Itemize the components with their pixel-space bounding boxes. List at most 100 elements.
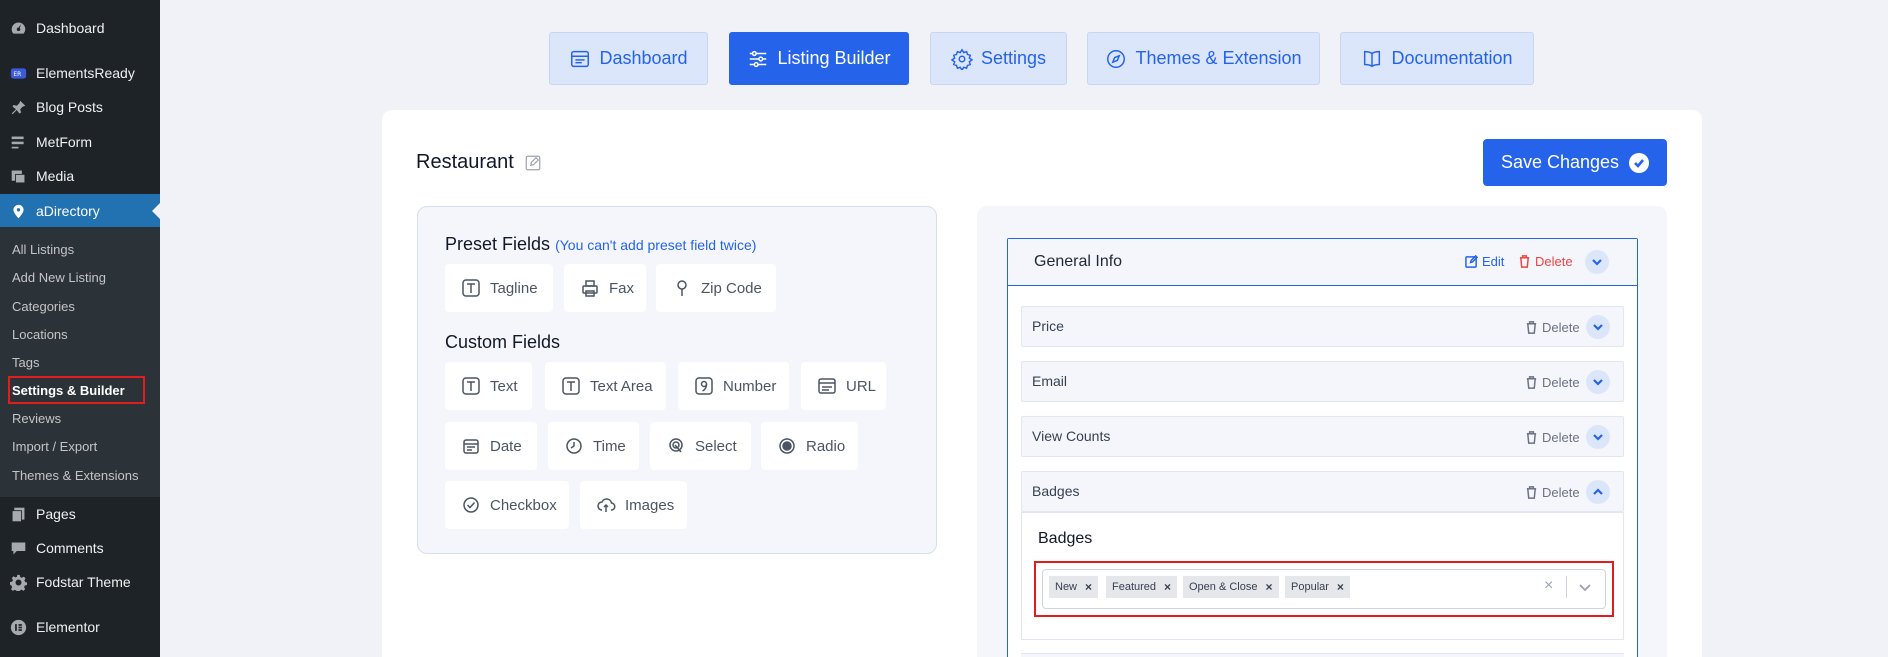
tag-label: Open & Close (1189, 581, 1258, 593)
field-toggle-price[interactable] (1586, 315, 1610, 339)
next-field-row[interactable] (1021, 653, 1624, 657)
map-pin-icon (677, 280, 687, 296)
field-delete-email[interactable]: Delete (1525, 375, 1580, 390)
chip-label: Text Area (590, 377, 653, 395)
sidebar-item-elementor[interactable]: Elementor (0, 610, 160, 644)
submenu-categories[interactable]: Categories (12, 299, 75, 314)
group-collapse-toggle[interactable] (1585, 250, 1609, 274)
browser-icon (818, 378, 836, 394)
field-label-email: Email (1032, 373, 1068, 389)
tab-label: Documentation (1391, 48, 1513, 68)
edit-icon (1465, 255, 1478, 268)
select-dropdown-toggle[interactable] (1578, 580, 1592, 594)
submenu-import-export[interactable]: Import / Export (12, 439, 97, 454)
sidebar-item-comments[interactable]: Comments (0, 531, 160, 565)
field-delete-price[interactable]: Delete (1525, 320, 1580, 335)
pointer-icon (669, 438, 683, 453)
sidebar-item-adirectory[interactable]: aDirectory (0, 194, 160, 228)
chip-url[interactable]: URL (801, 362, 886, 410)
sidebar-item-label: Blog Posts (36, 99, 103, 115)
preset-heading-text: Preset Fields (445, 234, 551, 254)
tab-label: Listing Builder (777, 48, 891, 68)
save-changes-button[interactable]: Save Changes (1483, 139, 1667, 186)
delete-label: Delete (1535, 254, 1573, 269)
sidebar-item-metform[interactable]: MetForm (0, 125, 160, 159)
text-t-icon (462, 377, 480, 395)
chevron-down-icon (1593, 434, 1603, 441)
chip-label: Time (593, 437, 626, 455)
pin-icon (8, 97, 28, 117)
chip-text[interactable]: Text (445, 362, 532, 410)
tab-themes-extension[interactable]: Themes & Extension (1087, 32, 1320, 85)
delete-label: Delete (1542, 320, 1580, 335)
delete-label: Delete (1542, 375, 1580, 390)
location-icon (8, 201, 28, 221)
field-delete-view-counts[interactable]: Delete (1525, 430, 1580, 445)
trash-icon (1519, 255, 1530, 268)
chip-text-area[interactable]: Text Area (545, 362, 666, 410)
tag-label: Popular (1291, 581, 1329, 593)
preset-fields-heading: Preset Fields (You can't add preset fiel… (445, 234, 756, 255)
field-label-view-counts: View Counts (1032, 428, 1111, 444)
remove-tag-icon[interactable]: × (1337, 580, 1344, 594)
tab-settings[interactable]: Settings (930, 32, 1067, 85)
media-icon (8, 166, 28, 186)
tab-listing-builder[interactable]: Listing Builder (729, 32, 909, 85)
remove-tag-icon[interactable]: × (1164, 580, 1171, 594)
tab-documentation[interactable]: Documentation (1340, 32, 1534, 85)
tab-label: Dashboard (599, 48, 688, 68)
sidebar-item-elementsready[interactable]: ER ElementsReady (0, 56, 160, 90)
check-icon (1629, 152, 1650, 173)
submenu-tags[interactable]: Tags (12, 355, 39, 370)
trash-icon (1526, 376, 1537, 389)
chip-radio[interactable]: Radio (761, 422, 858, 470)
chip-label: Radio (806, 437, 846, 455)
delete-label: Delete (1542, 485, 1580, 500)
chip-label: Date (490, 437, 522, 455)
submenu-add-new-listing[interactable]: Add New Listing (12, 270, 106, 285)
submenu-all-listings[interactable]: All Listings (12, 242, 74, 257)
badge-tag-featured: Featured × (1106, 576, 1178, 598)
submenu-locations[interactable]: Locations (12, 327, 68, 342)
group-edit-button[interactable]: Edit (1465, 254, 1504, 269)
sliders-icon (750, 50, 767, 67)
elementsready-icon: ER (8, 63, 28, 83)
sidebar-item-blog-posts[interactable]: Blog Posts (0, 90, 160, 124)
chip-zip-code[interactable]: Zip Code (656, 264, 776, 312)
tab-dashboard[interactable]: Dashboard (549, 32, 708, 85)
elementor-icon (8, 617, 28, 637)
chevron-down-icon (1579, 584, 1591, 592)
chip-checkbox[interactable]: Checkbox (445, 481, 569, 529)
clear-all-icon[interactable]: × (1544, 577, 1553, 595)
text-t-icon (562, 377, 580, 395)
chip-fax[interactable]: Fax (564, 264, 646, 312)
field-toggle-badges[interactable] (1586, 480, 1610, 504)
submenu-reviews[interactable]: Reviews (12, 411, 61, 426)
tab-label: Settings (980, 48, 1047, 68)
chip-tagline[interactable]: Tagline (445, 264, 553, 312)
chip-images[interactable]: Images (580, 481, 687, 529)
sidebar-item-pages[interactable]: Pages (0, 497, 160, 531)
chip-date[interactable]: Date (445, 422, 537, 470)
chip-label: Zip Code (701, 279, 762, 297)
remove-tag-icon[interactable]: × (1265, 580, 1272, 594)
gear-icon (8, 572, 28, 592)
edit-icon[interactable] (524, 154, 542, 172)
chip-time[interactable]: Time (548, 422, 639, 470)
field-toggle-email[interactable] (1586, 370, 1610, 394)
calendar-icon (463, 439, 479, 454)
submenu-themes-extensions[interactable]: Themes & Extensions (12, 468, 138, 483)
sidebar-item-media[interactable]: Media (0, 159, 160, 193)
group-delete-button[interactable]: Delete (1518, 254, 1573, 269)
chip-select[interactable]: Select (650, 422, 751, 470)
remove-tag-icon[interactable]: × (1085, 580, 1092, 594)
field-group-title: General Info (1034, 253, 1123, 270)
field-toggle-view-counts[interactable] (1586, 425, 1610, 449)
sidebar-item-dashboard[interactable]: Dashboard (0, 11, 160, 45)
sidebar-item-fodstar-theme[interactable]: Fodstar Theme (0, 565, 160, 599)
chip-number[interactable]: Number (678, 362, 789, 410)
number-icon (695, 377, 713, 395)
badge-tag-open-close: Open & Close × (1183, 576, 1279, 598)
compass-icon (1107, 49, 1126, 68)
field-delete-badges[interactable]: Delete (1525, 485, 1580, 500)
